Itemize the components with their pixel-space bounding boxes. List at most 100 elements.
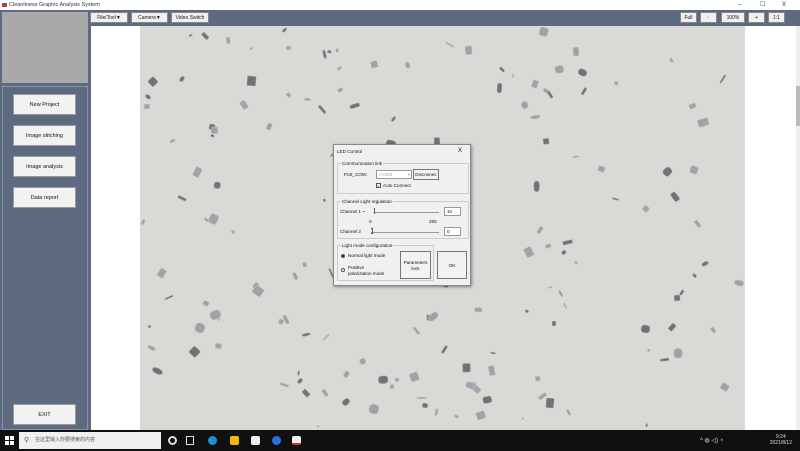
particle [390, 115, 397, 123]
particle [536, 225, 544, 235]
normal-mode-label: Normal light mode [348, 253, 386, 258]
dialog-close-button[interactable]: X [458, 148, 462, 154]
particle [719, 382, 730, 393]
particle [403, 61, 412, 70]
particle [415, 397, 427, 400]
particle [147, 344, 156, 352]
channel1-slider-thumb[interactable] [374, 208, 375, 214]
image-stitching-button[interactable]: Image stitching [13, 125, 76, 146]
particle [691, 272, 698, 279]
system-tray-icons[interactable]: ^ ◍ ◁) ♆ [700, 437, 724, 444]
particle [426, 310, 440, 323]
channel1-slider[interactable] [374, 212, 439, 213]
cleanliness-app-icon[interactable] [292, 436, 301, 445]
particle [147, 324, 151, 328]
exit-button[interactable]: EXIT [13, 404, 76, 425]
particle [565, 408, 573, 417]
particle [281, 27, 288, 34]
group-caption: Channel Light regulation [341, 199, 393, 204]
cortana-icon[interactable] [168, 436, 177, 445]
particle [178, 194, 187, 202]
particle [534, 375, 540, 382]
clock[interactable]: 9:24 2021/8/12 [770, 434, 792, 446]
particle [475, 409, 487, 421]
maximize-button[interactable]: ☐ [760, 0, 765, 10]
particle [140, 218, 146, 226]
channel2-slider-thumb[interactable] [371, 228, 373, 234]
particle [164, 294, 174, 301]
task-view-icon[interactable] [186, 436, 194, 445]
particle [302, 262, 307, 268]
particle [542, 138, 550, 145]
new-project-button[interactable]: New Project [13, 94, 76, 115]
particle [544, 243, 552, 250]
mail-icon[interactable] [251, 436, 260, 445]
positive-mode-radio[interactable] [341, 268, 345, 272]
full-button[interactable]: Full [680, 12, 697, 23]
port-select[interactable]: COM5 ▾ [376, 170, 412, 179]
thumbnail-preview [2, 12, 88, 83]
particle [192, 321, 207, 335]
particle [286, 46, 292, 51]
particle [674, 294, 681, 302]
channel1-input[interactable]: 10 [444, 207, 461, 216]
particle [561, 248, 568, 255]
scrollbar[interactable] [796, 26, 800, 430]
channel2-slider[interactable] [371, 232, 439, 233]
particle [642, 204, 651, 214]
particle [523, 245, 535, 258]
particle [301, 331, 312, 337]
particle [421, 402, 429, 409]
particle [214, 181, 222, 190]
particle [511, 73, 515, 78]
particle [640, 324, 651, 334]
particle [679, 289, 686, 296]
particle [465, 45, 473, 56]
normal-mode-radio[interactable] [341, 254, 345, 258]
particle [668, 57, 674, 64]
image-analysis-button[interactable]: Image analysis [13, 156, 76, 177]
camera-menu[interactable]: Camera▼ [131, 12, 168, 23]
particle [291, 271, 300, 281]
channel2-input[interactable]: 0 [444, 227, 461, 236]
particle [284, 91, 292, 98]
particle [482, 395, 493, 405]
minimize-button[interactable]: – [738, 0, 741, 10]
port-value: COM5 [379, 172, 393, 177]
particle [147, 76, 159, 88]
ok-button[interactable]: OK [437, 251, 467, 279]
particle [207, 212, 220, 226]
auto-connect-checkbox[interactable]: ✓ [376, 183, 381, 188]
edge-icon[interactable] [208, 436, 217, 445]
particle [315, 425, 320, 430]
zoom-out-button[interactable]: - [700, 12, 717, 23]
particle [327, 50, 332, 54]
slider-min: 0 [369, 219, 372, 224]
disconnect-button[interactable]: Disconnec [413, 169, 439, 180]
parameters-lock-button[interactable]: Parameters lock [400, 251, 431, 279]
particle [580, 87, 587, 96]
particle [389, 383, 395, 389]
zoom-in-button[interactable]: + [748, 12, 765, 23]
particle [489, 351, 496, 355]
app-l-icon[interactable] [272, 436, 281, 445]
close-button[interactable]: X [782, 0, 786, 10]
particle [647, 349, 651, 353]
chevron-down-icon: ▾ [407, 172, 410, 177]
particle [342, 370, 351, 379]
group-caption: Light mode configuration [341, 243, 394, 248]
video-switch-button[interactable]: Video Switch [171, 12, 209, 23]
file-tool-menu[interactable]: File/Tool▼ [90, 12, 128, 23]
particle [246, 75, 257, 86]
particle [521, 416, 525, 420]
windows-start-icon[interactable] [5, 436, 14, 445]
label-line: polarization mode [348, 271, 385, 276]
particle [303, 97, 311, 101]
taskbar-search[interactable]: ⚲ 在这里输入你要搜索的内容 [19, 432, 161, 449]
particle [545, 397, 555, 408]
particle [369, 60, 379, 69]
particle [214, 343, 223, 350]
data-report-button[interactable]: Data report [13, 187, 76, 208]
one-to-one-button[interactable]: 1:1 [768, 12, 785, 23]
file-explorer-icon[interactable] [230, 436, 239, 445]
